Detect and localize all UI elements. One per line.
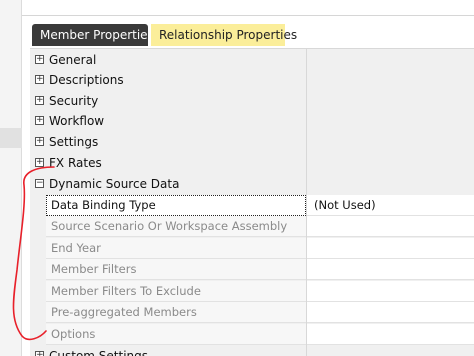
collapse-icon[interactable]: −	[35, 179, 44, 188]
left-panel-selection	[0, 128, 22, 148]
property-row-source-scenario[interactable]: Source Scenario Or Workspace Assembly	[30, 216, 474, 237]
property-value[interactable]: (Not Used)	[314, 195, 376, 216]
category-label: General	[49, 53, 97, 67]
property-name: Options	[51, 327, 96, 341]
property-name: Pre-aggregated Members	[51, 305, 197, 319]
expand-icon[interactable]: +	[35, 75, 44, 84]
property-row-data-binding-type[interactable]: Data Binding Type (Not Used)	[30, 195, 474, 216]
property-value-cell[interactable]	[307, 324, 474, 345]
tab-member-properties[interactable]: Member Properties	[32, 24, 154, 46]
expand-icon[interactable]: +	[35, 137, 44, 146]
expand-icon[interactable]: +	[35, 55, 44, 64]
property-name: End Year	[51, 241, 101, 255]
category-fx-rates[interactable]: + FX Rates	[30, 153, 474, 174]
tab-relationship-properties[interactable]: Relationship Properties	[151, 24, 297, 46]
property-name: Data Binding Type	[51, 198, 156, 212]
property-name: Member Filters To Exclude	[51, 284, 201, 298]
expand-icon[interactable]: +	[35, 158, 44, 167]
category-general[interactable]: + General	[30, 50, 474, 71]
property-row-member-filters[interactable]: Member Filters	[30, 259, 474, 280]
gutter	[22, 16, 30, 356]
category-label: Dynamic Source Data	[49, 177, 180, 191]
category-label: Security	[49, 94, 99, 108]
property-row-options[interactable]: Options	[30, 324, 474, 345]
property-value-cell[interactable]	[307, 238, 474, 259]
category-label: FX Rates	[49, 156, 102, 170]
property-name: Member Filters	[51, 262, 137, 276]
expand-icon[interactable]: +	[35, 96, 44, 105]
expand-icon[interactable]: +	[35, 116, 44, 125]
category-dynamic-source-data[interactable]: − Dynamic Source Data	[30, 174, 474, 195]
property-grid: + General + Descriptions + Security + Wo…	[30, 48, 474, 356]
screen: Member Properties Relationship Propertie…	[0, 0, 474, 356]
property-row-end-year[interactable]: End Year	[30, 238, 474, 259]
property-value-cell[interactable]	[307, 216, 474, 237]
category-settings[interactable]: + Settings	[30, 132, 474, 153]
category-label: Custom Settings	[49, 349, 149, 356]
left-panel-strip	[0, 0, 22, 356]
category-workflow[interactable]: + Workflow	[30, 111, 474, 132]
property-name: Source Scenario Or Workspace Assembly	[51, 219, 288, 233]
property-value-cell[interactable]	[307, 302, 474, 323]
category-descriptions[interactable]: + Descriptions	[30, 70, 474, 91]
expand-icon[interactable]: +	[35, 351, 44, 356]
category-custom-settings[interactable]: + Custom Settings	[30, 346, 474, 356]
category-label: Descriptions	[49, 73, 124, 87]
property-value-cell[interactable]	[307, 259, 474, 280]
category-security[interactable]: + Security	[30, 91, 474, 112]
property-value-cell[interactable]	[307, 281, 474, 302]
property-row-pre-aggregated-members[interactable]: Pre-aggregated Members	[30, 302, 474, 323]
property-tabs: Member Properties Relationship Propertie…	[30, 16, 474, 48]
category-label: Settings	[49, 135, 99, 149]
category-label: Workflow	[49, 114, 105, 128]
property-row-member-filters-to-exclude[interactable]: Member Filters To Exclude	[30, 281, 474, 302]
